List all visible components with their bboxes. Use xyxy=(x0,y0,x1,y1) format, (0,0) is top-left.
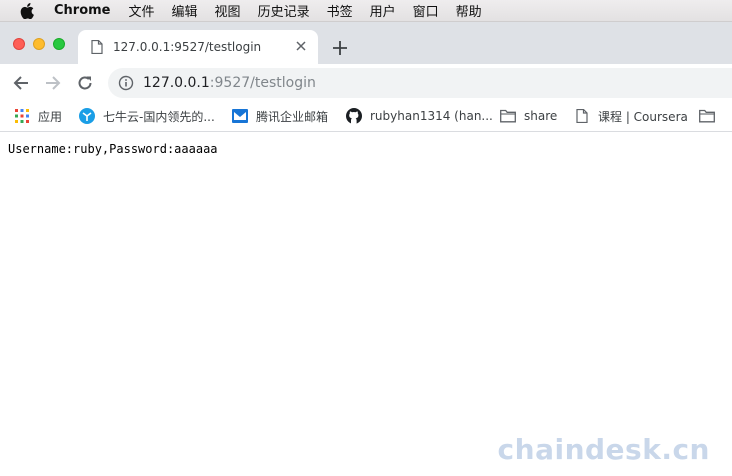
tab-close-icon[interactable] xyxy=(294,39,308,53)
page-content: Username:ruby,Password:aaaaaa chaindesk.… xyxy=(0,133,732,476)
bookmark-label: share xyxy=(524,109,558,123)
qiniu-icon xyxy=(79,108,95,124)
bookmarks-bar: 应用 七牛云-国内领先的... 腾讯企业邮箱 rubyhan1314 (han.… xyxy=(0,101,732,132)
bookmark-folder-share[interactable]: share xyxy=(500,107,557,125)
bookmark-label: 腾讯企业邮箱 xyxy=(256,109,329,124)
browser-tab-active[interactable]: 127.0.0.1:9527/testlogin xyxy=(78,30,318,64)
watermark: chaindesk.cn xyxy=(497,433,710,466)
browser-toolbar: 127.0.0.1:9527/testlogin xyxy=(0,64,732,101)
reload-icon[interactable] xyxy=(75,73,95,93)
folder-icon xyxy=(500,108,516,124)
apple-logo-icon[interactable] xyxy=(20,2,34,19)
url-host: 127.0.0.1 xyxy=(143,75,210,91)
apps-grid-icon xyxy=(14,108,30,124)
new-tab-button[interactable] xyxy=(331,39,349,57)
bookmark-apps[interactable]: 应用 xyxy=(14,107,62,125)
tab-strip: 127.0.0.1:9527/testlogin xyxy=(0,22,732,64)
page-icon xyxy=(574,108,590,124)
github-icon xyxy=(346,108,362,124)
tencent-mail-icon xyxy=(232,108,248,124)
bookmark-tencent-mail[interactable]: 腾讯企业邮箱 xyxy=(232,107,328,125)
macos-menubar: Chrome 文件 编辑 视图 历史记录 书签 用户 窗口 帮助 xyxy=(0,0,732,22)
bookmark-github[interactable]: rubyhan1314 (han... xyxy=(346,107,493,125)
page-favicon-icon xyxy=(91,40,103,54)
bookmark-label: 课程 | Coursera xyxy=(598,109,688,124)
menu-bookmarks[interactable]: 书签 xyxy=(327,1,353,20)
menu-help[interactable]: 帮助 xyxy=(456,1,482,20)
login-result-text: Username:ruby,Password:aaaaaa xyxy=(8,142,218,156)
menu-app-name[interactable]: Chrome xyxy=(54,3,111,18)
bookmark-label: 七牛云-国内领先的... xyxy=(103,109,215,124)
address-bar[interactable]: 127.0.0.1:9527/testlogin xyxy=(108,68,732,98)
url-text: 127.0.0.1:9527/testlogin xyxy=(143,75,316,91)
menu-window[interactable]: 窗口 xyxy=(413,1,439,20)
menu-history[interactable]: 历史记录 xyxy=(258,1,310,20)
url-path: :9527/testlogin xyxy=(209,75,316,91)
bookmark-label: rubyhan1314 (han... xyxy=(370,109,493,123)
forward-arrow-icon[interactable] xyxy=(43,73,63,93)
menu-file[interactable]: 文件 xyxy=(129,1,155,20)
folder-icon xyxy=(699,108,715,124)
back-arrow-icon[interactable] xyxy=(11,73,31,93)
bookmark-coursera[interactable]: 课程 | Coursera xyxy=(574,107,688,125)
bookmark-qiniu[interactable]: 七牛云-国内领先的... xyxy=(79,107,215,125)
window-minimize-button[interactable] xyxy=(33,38,45,50)
tab-title: 127.0.0.1:9527/testlogin xyxy=(113,40,262,54)
window-close-button[interactable] xyxy=(13,38,25,50)
menu-people[interactable]: 用户 xyxy=(370,1,396,20)
site-info-icon[interactable] xyxy=(118,75,134,91)
bookmark-folder-overflow[interactable] xyxy=(699,107,723,125)
menu-edit[interactable]: 编辑 xyxy=(172,1,198,20)
menu-view[interactable]: 视图 xyxy=(215,1,241,20)
window-zoom-button[interactable] xyxy=(53,38,65,50)
bookmark-label: 应用 xyxy=(38,109,63,124)
